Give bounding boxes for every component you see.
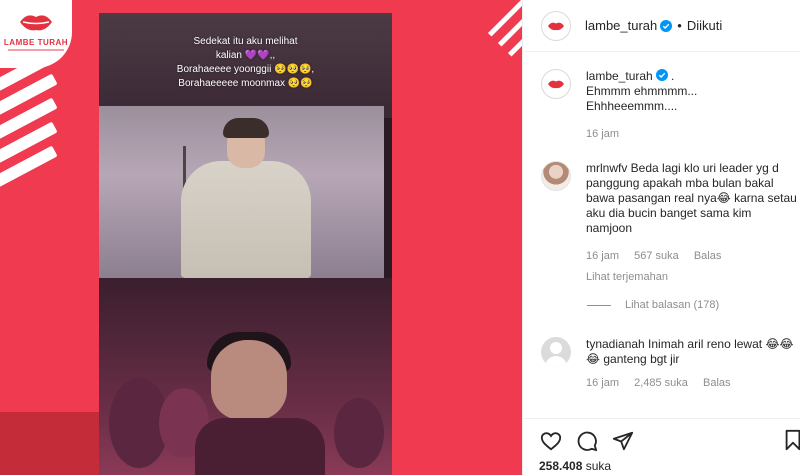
heart-icon (540, 432, 562, 451)
bookmark-icon (785, 429, 800, 451)
comment-body: tynadianah Inimah aril reno lewat 😂😂😂 ga… (586, 337, 798, 391)
comment-item: tynadianah Inimah aril reno lewat 😂😂😂 ga… (541, 337, 793, 389)
view-replies-link[interactable]: Lihat balasan (178) (587, 299, 719, 311)
comment-time[interactable]: 16 jam (586, 250, 619, 262)
caption-line: Ehmmm ehmmmm... (586, 84, 698, 98)
paper-plane-icon (612, 431, 634, 451)
post-header: lambe_turah • Diikuti (523, 0, 800, 52)
save-button[interactable] (783, 429, 800, 453)
caption-body: lambe_turah . Ehmmm ehmmmm... Ehhheeemmm… (586, 69, 798, 142)
brand-name: LAMBE TURAH (3, 38, 69, 47)
reply-button[interactable]: Balas (694, 250, 722, 262)
likes-summary[interactable]: 258.408 suka (539, 459, 611, 473)
caption-line: Borahaeeeee moonmax 🥺🥺 (178, 78, 313, 89)
caption-username[interactable]: lambe_turah (586, 69, 653, 83)
brand-logo: LAMBE TURAH (0, 0, 72, 68)
header-username[interactable]: lambe_turah (585, 18, 657, 33)
share-button[interactable] (611, 429, 635, 453)
avatar[interactable] (541, 10, 571, 41)
caption-line: Sedekat itu aku melihat (193, 36, 298, 47)
lips-logo-icon (20, 15, 52, 31)
concert-screen (99, 106, 384, 278)
viewer-head (211, 340, 287, 420)
comment-time[interactable]: 16 jam (586, 377, 619, 389)
comment-likes[interactable]: 567 suka (634, 250, 679, 262)
crowd-area (99, 278, 392, 475)
lips-logo-icon (548, 80, 564, 89)
video-frame[interactable]: Sedekat itu aku melihat kalian 💜💜,, Bora… (99, 13, 392, 475)
caption-meta: 16 jam (586, 127, 798, 142)
decorative-stripes (0, 49, 60, 200)
comment-username[interactable]: tynadianah (586, 337, 645, 351)
like-button[interactable] (539, 429, 563, 453)
decorative-corner-stripes (468, 0, 522, 60)
comment-likes[interactable]: 2,485 suka (634, 377, 688, 389)
comments-list[interactable]: lambe_turah . Ehmmm ehmmmm... Ehhheeemmm… (523, 53, 800, 423)
see-translation-link[interactable]: Lihat terjemahan (586, 270, 798, 285)
verified-badge-icon (655, 69, 668, 81)
performer-hair (223, 118, 269, 138)
avatar[interactable] (541, 337, 571, 367)
comment-bubble-icon (577, 431, 598, 452)
comment-button[interactable] (575, 429, 599, 453)
viewer-body (195, 418, 325, 475)
comment-meta: 16 jam 567 suka Balas (586, 249, 798, 264)
action-icons (539, 429, 647, 453)
view-replies-label: Lihat balasan (178) (625, 299, 720, 311)
verified-badge-icon (660, 19, 673, 32)
avatar[interactable] (541, 161, 571, 191)
comment-body: mrlnwfv Beda lagi klo uri leader yg d pa… (586, 161, 798, 285)
post-actions-bar: 258.408 suka (523, 418, 800, 475)
comment-item: mrlnwfv Beda lagi klo uri leader yg d pa… (541, 161, 797, 283)
following-button[interactable]: Diikuti (687, 18, 722, 33)
post-media[interactable]: LAMBE TURAH Sedekat itu aku melihat kali… (0, 0, 522, 475)
comment-meta: 16 jam 2,485 suka Balas (586, 376, 798, 391)
header-separator: • (677, 18, 682, 33)
lips-logo-icon (548, 22, 564, 30)
post-side-panel: lambe_turah • Diikuti lambe_turah . Ehmm… (522, 0, 800, 475)
caption-line: Ehhheeemmm.... (586, 99, 678, 113)
brand-underline (8, 49, 64, 51)
caption-trailing: . (667, 69, 675, 83)
decorative-band (0, 412, 100, 475)
replies-divider (587, 304, 611, 306)
caption-line: kalian 💜💜,, (215, 50, 276, 61)
likes-count: 258.408 (539, 459, 583, 473)
video-caption: Sedekat itu aku melihat kalian 💜💜,, Bora… (99, 35, 392, 91)
likes-label: suka (582, 459, 612, 473)
avatar[interactable] (541, 69, 571, 99)
reply-button[interactable]: Balas (703, 377, 731, 389)
comment-username[interactable]: mrlnwfv (586, 161, 627, 175)
performer-body (181, 161, 311, 278)
caption-line: Borahaeeee yoonggii 🥺🥺🥺, (176, 64, 315, 75)
caption-time[interactable]: 16 jam (586, 128, 619, 140)
